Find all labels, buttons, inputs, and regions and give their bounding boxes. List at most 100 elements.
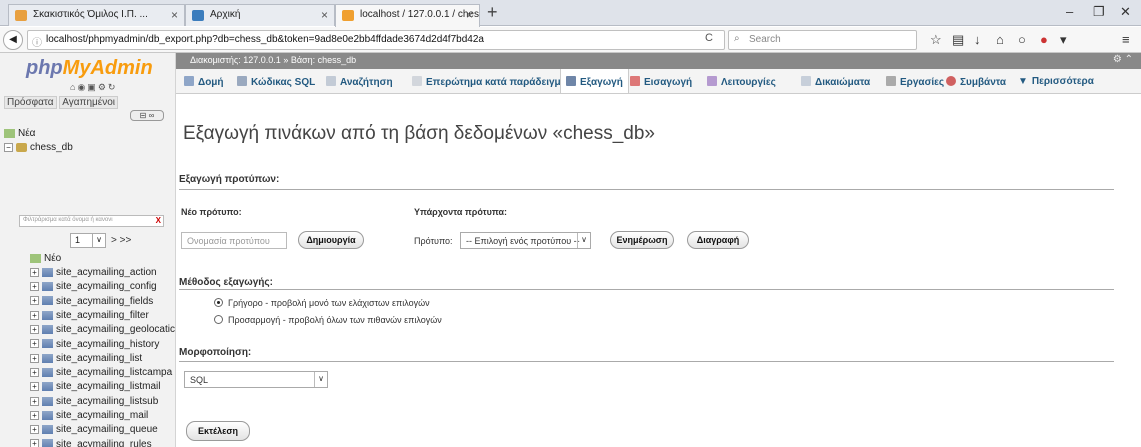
tree-table-item[interactable]: + site_acymailing_list	[30, 353, 142, 364]
tree-new-table[interactable]: Νέο	[30, 253, 61, 264]
collapse-link-icon[interactable]: ⊟ ∞	[130, 110, 164, 121]
recent-tab[interactable]: Πρόσφατα	[4, 96, 57, 109]
new-tab-icon[interactable]: +	[487, 2, 498, 23]
tab-search[interactable]: Αναζήτηση	[326, 69, 393, 93]
tree-new-database[interactable]: Νέα	[4, 128, 35, 139]
expand-icon[interactable]: +	[30, 296, 39, 306]
tree-table-item[interactable]: + site_acymailing_config	[30, 281, 157, 292]
chevron-down-icon[interactable]: ▾	[1060, 32, 1067, 48]
expand-icon[interactable]: +	[30, 367, 39, 377]
table-name: site_acymailing_geolocatic	[56, 324, 175, 336]
table-filter-input[interactable]: Φιλτράρισμα κατά όνομα ή κανονι X	[19, 215, 164, 227]
breadcrumb-database[interactable]: Βάση: chess_db	[291, 55, 356, 65]
tab-more[interactable]: ▼ Περισσότερα	[1018, 69, 1094, 93]
template-name-input[interactable]: Ονομασία προτύπου	[181, 232, 287, 249]
back-arrow-icon[interactable]: ◀	[3, 30, 23, 50]
download-icon[interactable]: ↓	[974, 32, 981, 47]
expand-icon[interactable]: +	[30, 425, 39, 435]
table-name: site_acymailing_rules	[56, 438, 152, 447]
browser-tab-home[interactable]: Αρχική ×	[185, 4, 335, 26]
breadcrumb-server[interactable]: Διακομιστής: 127.0.0.1	[190, 55, 281, 65]
expand-icon[interactable]: +	[30, 410, 39, 420]
tree-table-item[interactable]: + site_acymailing_filter	[30, 310, 149, 321]
expand-icon[interactable]: +	[30, 282, 39, 292]
expand-icon[interactable]: +	[30, 353, 39, 363]
url-bar[interactable]: ⓘ localhost/phpmyadmin/db_export.php?db=…	[27, 30, 725, 50]
tree-table-item[interactable]: + site_acymailing_history	[30, 339, 159, 350]
clear-filter-icon[interactable]: X	[156, 216, 161, 225]
tree-table-item[interactable]: + site_acymailing_geolocatic	[30, 324, 175, 335]
page-select[interactable]: 1 ∨	[70, 233, 106, 248]
tree-table-item[interactable]: + site_acymailing_mail	[30, 410, 148, 421]
tree-table-item[interactable]: + site_acymailing_listcampa	[30, 367, 172, 378]
create-template-button[interactable]: Δημιουργία	[298, 231, 364, 249]
tab-label: localhost / 127.0.0.1 / ches...	[360, 9, 480, 20]
delete-template-button[interactable]: Διαγραφή	[687, 231, 749, 249]
sidebar-quick-icons[interactable]: ⌂◉▣⚙↻	[70, 82, 117, 93]
expand-icon[interactable]: +	[30, 396, 39, 406]
template-select[interactable]: -- Επιλογή ενός προτύπου -- ∨	[460, 232, 591, 249]
tab-structure[interactable]: Δομή	[184, 69, 224, 93]
browser-search-input[interactable]: ⌕ Search	[728, 30, 917, 50]
expand-icon[interactable]: +	[30, 310, 39, 320]
reload-icon[interactable]: ↻	[108, 82, 118, 92]
tree-db-chess_db[interactable]: − chess_db	[4, 142, 73, 153]
settings-icon[interactable]: ⚙	[98, 82, 108, 92]
tree-table-item[interactable]: + site_acymailing_listmail	[30, 381, 160, 392]
execute-button[interactable]: Εκτέλεση	[186, 421, 250, 441]
maximize-icon[interactable]: ❐	[1093, 4, 1105, 20]
update-template-button[interactable]: Ενημέρωση	[610, 231, 674, 249]
expand-icon[interactable]: +	[30, 267, 39, 277]
page-next-link[interactable]: > >>	[111, 235, 131, 246]
tab-sql[interactable]: Κώδικας SQL	[237, 69, 315, 93]
tab-routines[interactable]: Εργασίες	[886, 69, 944, 93]
bookmark-star-icon[interactable]: ☆	[930, 32, 942, 48]
tree-table-item[interactable]: + site_acymailing_rules	[30, 439, 152, 447]
tab-import[interactable]: Εισαγωγή	[630, 69, 692, 93]
expand-icon[interactable]: +	[30, 382, 39, 392]
close-icon[interactable]: ×	[466, 8, 473, 22]
collapse-icon[interactable]: −	[4, 142, 13, 152]
tree-table-item[interactable]: + site_acymailing_listsub	[30, 396, 158, 407]
tab-label: Δομή	[198, 77, 224, 88]
search-placeholder: Search	[749, 34, 781, 45]
divider	[179, 289, 1114, 290]
page-title: Εξαγωγή πινάκων από τη βάση δεδομένων «c…	[183, 123, 655, 144]
tab-events[interactable]: Συμβάντα	[946, 69, 1006, 93]
table-icon	[42, 382, 53, 392]
sync-icon[interactable]: ○	[1018, 32, 1026, 47]
tab-privileges[interactable]: Δικαιώματα	[801, 69, 870, 93]
expand-icon[interactable]: +	[30, 439, 39, 447]
home-icon[interactable]: ⌂	[996, 32, 1004, 47]
export-icon	[566, 76, 576, 86]
templates-heading: Εξαγωγή προτύπων:	[179, 174, 280, 185]
browser-tab-chess-site[interactable]: Σκακιστικός Όμιλος Ι.Π. ... ×	[8, 4, 185, 26]
tab-query[interactable]: Επερώτημα κατά παράδειγμα	[412, 69, 567, 93]
tab-operations[interactable]: Λειτουργίες	[707, 69, 776, 93]
expand-icon[interactable]: +	[30, 339, 39, 349]
method-quick-radio[interactable]: Γρήγορο - προβολή μονό των ελάχιστων επι…	[214, 298, 430, 308]
tree-table-item[interactable]: + site_acymailing_fields	[30, 296, 153, 307]
addon-icon[interactable]: ●	[1040, 32, 1048, 47]
docs-icon[interactable]: ▣	[87, 82, 98, 92]
method-custom-radio[interactable]: Προσαρμογή - προβολή όλων των πιθανών επ…	[214, 315, 442, 325]
exit-icon[interactable]: ◉	[77, 82, 87, 92]
minimize-icon[interactable]: –	[1066, 4, 1073, 19]
phpmyadmin-logo[interactable]: phpMyAdmin	[26, 57, 153, 80]
expand-icon[interactable]: +	[30, 325, 39, 335]
reload-icon[interactable]: C	[705, 32, 713, 44]
table-name: site_acymailing_config	[56, 281, 157, 293]
tree-table-item[interactable]: + site_acymailing_action	[30, 267, 157, 278]
browser-tab-phpmyadmin[interactable]: localhost / 127.0.0.1 / ches... ×	[335, 4, 480, 27]
format-select[interactable]: SQL ∨	[184, 371, 328, 388]
main-content: Διακομιστής: 127.0.0.1 » Βάση: chess_db …	[176, 53, 1141, 447]
settings-icon[interactable]: ⚙ ⌃	[1113, 54, 1133, 65]
favorites-tab[interactable]: Αγαπημένοι	[59, 96, 119, 109]
close-icon[interactable]: ×	[321, 8, 328, 22]
tab-export[interactable]: Εξαγωγή	[560, 69, 629, 93]
tree-table-item[interactable]: + site_acymailing_queue	[30, 424, 158, 435]
close-icon[interactable]: ×	[171, 8, 178, 22]
reading-list-icon[interactable]: ▤	[952, 32, 964, 48]
close-window-icon[interactable]: ✕	[1120, 4, 1131, 20]
hamburger-menu-icon[interactable]: ≡	[1122, 32, 1130, 47]
